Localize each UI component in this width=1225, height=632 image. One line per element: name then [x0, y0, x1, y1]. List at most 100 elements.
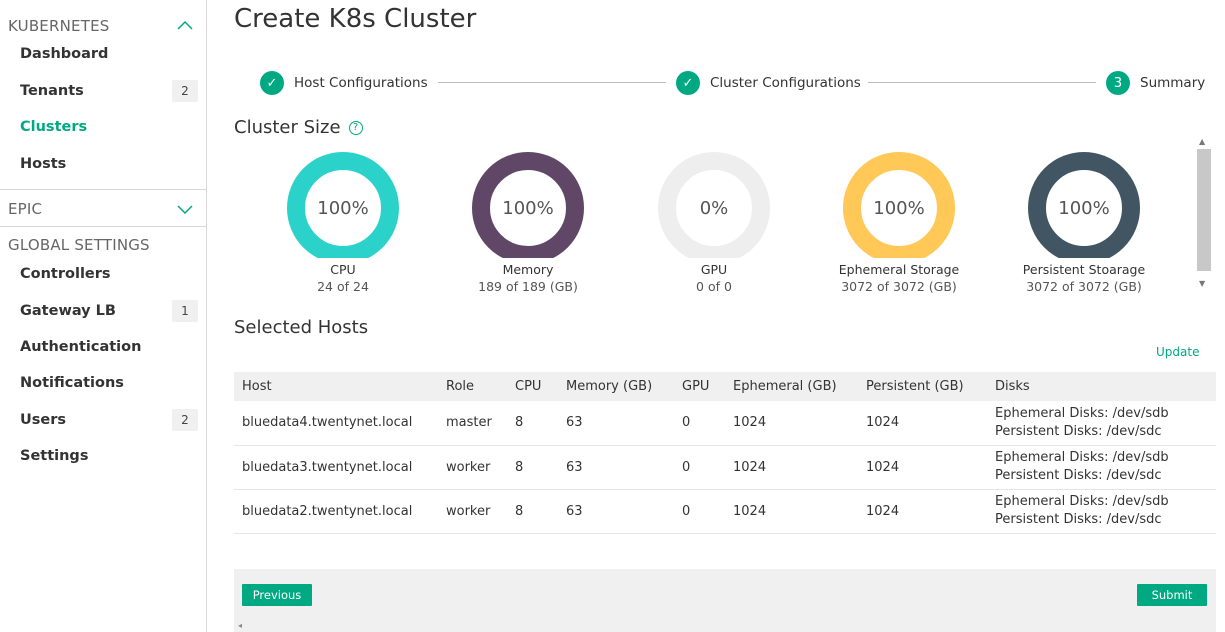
- gauge-name: CPU: [330, 262, 356, 277]
- column-header[interactable]: Ephemeral (GB): [725, 372, 858, 401]
- ephemeral-disks: Ephemeral Disks: /dev/sdb: [995, 450, 1169, 465]
- cell-host: bluedata2.twentynet.local: [234, 489, 438, 534]
- step-number: 3: [1106, 71, 1130, 95]
- cluster-size-heading: Cluster Size?: [234, 117, 363, 138]
- step-cluster-configurations[interactable]: ✓ Cluster Configurations: [676, 70, 861, 96]
- step-label: Cluster Configurations: [710, 75, 861, 91]
- column-header[interactable]: Persistent (GB): [858, 372, 987, 401]
- table-row[interactable]: bluedata2.twentynet.local worker 8 63 0 …: [234, 489, 1216, 534]
- persistent-disks: Persistent Disks: /dev/sdc: [995, 512, 1162, 527]
- step-summary[interactable]: 3 Summary: [1106, 70, 1205, 96]
- table-row[interactable]: bluedata4.twentynet.local master 8 63 0 …: [234, 401, 1216, 446]
- persistent-disks: Persistent Disks: /dev/sdc: [995, 423, 1162, 439]
- kubernetes-section-header[interactable]: KUBERNETES: [8, 17, 200, 35]
- gauge-ephemeral-storage: 100% Ephemeral Storage 3072 of 3072 (GB): [799, 150, 999, 294]
- column-header[interactable]: Memory (GB): [558, 372, 674, 401]
- kubernetes-header-label: KUBERNETES: [8, 17, 110, 35]
- gauge-memory: 100% Memory 189 of 189 (GB): [428, 150, 628, 294]
- cell-disks: Ephemeral Disks: /dev/sdb Persistent Disk…: [987, 401, 1216, 446]
- step-host-configurations[interactable]: ✓ Host Configurations: [260, 70, 428, 96]
- sidebar-item-tenants[interactable]: Tenants 2: [20, 80, 198, 102]
- column-header[interactable]: Disks: [987, 372, 1216, 401]
- sidebar-item-hosts[interactable]: Hosts: [20, 153, 198, 175]
- cell-role: worker: [438, 489, 507, 534]
- cell-host: bluedata4.twentynet.local: [234, 401, 438, 446]
- cell-cpu: 8: [507, 401, 558, 446]
- cell-memory: 63: [558, 445, 674, 490]
- sidebar-item-label: Controllers: [20, 266, 111, 282]
- gauge-percent: 100%: [317, 198, 369, 219]
- submit-button[interactable]: Submit: [1137, 584, 1207, 606]
- chevron-up-icon[interactable]: [176, 17, 194, 35]
- column-header[interactable]: GPU: [674, 372, 725, 401]
- cell-gpu: 0: [674, 489, 725, 534]
- cell-cpu: 8: [507, 445, 558, 490]
- column-header[interactable]: CPU: [507, 372, 558, 401]
- sidebar-item-gateway-lb[interactable]: Gateway LB 1: [20, 300, 198, 322]
- cell-host: bluedata3.twentynet.local: [234, 445, 438, 490]
- step-connector: [438, 82, 666, 83]
- step-connector: [868, 82, 1096, 83]
- help-icon[interactable]: ?: [348, 121, 363, 135]
- sidebar-item-label: Notifications: [20, 375, 124, 391]
- sidebar-item-dashboard[interactable]: Dashboard: [20, 43, 198, 65]
- sidebar-item-label: Tenants: [20, 83, 84, 99]
- scrollbar-thumb[interactable]: [1197, 149, 1211, 271]
- cell-disks: Ephemeral Disks: /dev/sdb Persistent Disk…: [987, 489, 1216, 534]
- cell-role: master: [438, 401, 507, 446]
- wizard-stepper: ✓ Host Configurations ✓ Cluster Configur…: [260, 70, 1206, 96]
- global-settings-header: GLOBAL SETTINGS: [8, 236, 200, 254]
- sidebar-item-controllers[interactable]: Controllers: [20, 263, 198, 285]
- cell-persistent: 1024: [858, 445, 987, 490]
- sidebar-item-label: Hosts: [20, 156, 67, 172]
- table-row[interactable]: bluedata3.twentynet.local worker 8 63 0 …: [234, 445, 1216, 490]
- sidebar-item-users[interactable]: Users 2: [20, 409, 198, 431]
- ephemeral-disks: Ephemeral Disks: /dev/sdb: [995, 405, 1169, 421]
- epic-section-header[interactable]: EPIC: [8, 200, 200, 218]
- sidebar-item-label: Clusters: [20, 119, 88, 135]
- cell-disks: Ephemeral Disks: /dev/sdb Persistent Disk…: [987, 445, 1216, 490]
- gauge-name: Memory: [502, 262, 554, 277]
- cell-memory: 63: [558, 489, 674, 534]
- previous-button[interactable]: Previous: [242, 584, 312, 606]
- gauge-value: 24 of 24: [317, 279, 369, 294]
- ephemeral-disks: Ephemeral Disks: /dev/sdb: [995, 494, 1169, 509]
- sidebar-item-settings[interactable]: Settings: [20, 445, 198, 467]
- cell-persistent: 1024: [858, 489, 987, 534]
- gauge-percent: 0%: [699, 198, 729, 219]
- gauge-persistent-storage: 100% Persistent Stoarage 3072 of 3072 (G…: [984, 150, 1184, 294]
- gauge-value: 0 of 0: [696, 279, 732, 294]
- sidebar-item-label: Settings: [20, 448, 89, 464]
- cluster-size-gauges: 100% CPU 24 of 24 100% Memory 189 of 189…: [234, 150, 1194, 300]
- scroll-up-icon[interactable]: ▲: [1199, 137, 1205, 146]
- count-badge: 2: [172, 80, 198, 102]
- gauge-percent: 100%: [1058, 198, 1110, 219]
- count-badge: 2: [172, 409, 198, 431]
- update-link[interactable]: Update: [1156, 345, 1199, 359]
- chevron-down-icon[interactable]: [176, 200, 194, 218]
- scroll-down-icon[interactable]: ▼: [1199, 279, 1205, 288]
- gauge-percent: 100%: [873, 198, 925, 219]
- cell-memory: 63: [558, 401, 674, 446]
- wizard-footer: Previous Submit ◂: [234, 569, 1216, 632]
- cell-ephemeral: 1024: [725, 401, 858, 446]
- global-settings-label: GLOBAL SETTINGS: [8, 236, 150, 254]
- cell-cpu: 8: [507, 489, 558, 534]
- gauges-scrollbar[interactable]: ▲ ▼: [1196, 135, 1213, 295]
- cell-gpu: 0: [674, 401, 725, 446]
- cell-gpu: 0: [674, 445, 725, 490]
- hosts-table: Host Role CPU Memory (GB) GPU Ephemeral …: [234, 372, 1216, 534]
- table-header-row: Host Role CPU Memory (GB) GPU Ephemeral …: [234, 372, 1216, 401]
- sidebar-divider: [0, 189, 206, 190]
- sidebar-item-notifications[interactable]: Notifications: [20, 372, 198, 394]
- gauge-value: 3072 of 3072 (GB): [841, 279, 957, 294]
- column-header[interactable]: Role: [438, 372, 507, 401]
- step-label: Host Configurations: [294, 75, 428, 91]
- page-title: Create K8s Cluster: [234, 4, 477, 34]
- gauge-percent: 100%: [502, 198, 554, 219]
- column-header[interactable]: Host: [234, 372, 438, 401]
- scroll-left-icon[interactable]: ◂: [238, 621, 242, 630]
- gauge-name: GPU: [700, 262, 728, 277]
- sidebar-item-clusters[interactable]: Clusters: [20, 116, 198, 138]
- sidebar-item-authentication[interactable]: Authentication: [20, 336, 198, 358]
